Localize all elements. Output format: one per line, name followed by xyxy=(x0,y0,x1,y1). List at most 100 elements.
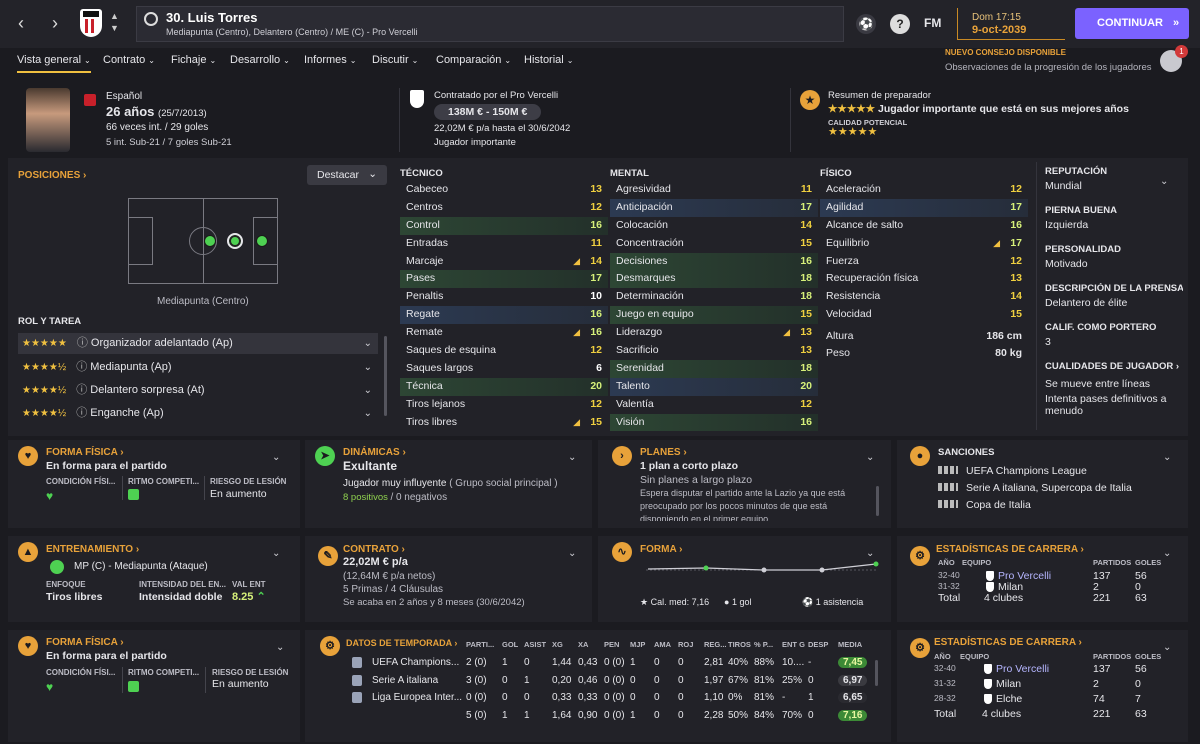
season-col-header[interactable]: XA xyxy=(578,640,588,649)
tab-desarrollo[interactable]: Desarrollo ⌄ xyxy=(230,54,290,66)
career-team[interactable]: Elche xyxy=(996,693,1022,705)
season-row[interactable]: 5 (0) 1 1 1,64 0,90 0 (0) 1 0 0 2,28 50% 84% 70% 0 7,1… xyxy=(352,708,876,726)
career-row[interactable]: 31-32 Milan 2 0 xyxy=(936,581,1166,593)
attribute-row[interactable]: Alcance de salto 16 xyxy=(820,217,1028,235)
attribute-row[interactable]: Anticipación 17 xyxy=(610,198,818,217)
club-switch-icon[interactable]: ▲ ▼ xyxy=(110,10,119,34)
role-row[interactable]: ★★★★½ ⓘ Enganche (Ap) ⌄ xyxy=(18,402,378,425)
attribute-row[interactable]: Penaltis 10 xyxy=(400,288,608,306)
chevron-down-icon[interactable]: ⌄ xyxy=(866,548,874,559)
attribute-row[interactable]: Agilidad 17 xyxy=(820,198,1028,217)
role-row[interactable]: ★★★★½ ⓘ Delantero sorpresa (At) ⌄ xyxy=(18,379,378,402)
attribute-row[interactable]: Valentía 12 xyxy=(610,396,818,414)
attribute-row[interactable]: Entradas 11 xyxy=(400,235,608,253)
attribute-row[interactable]: Regate 16 xyxy=(400,306,608,325)
career-row[interactable]: 32-40 Pro Vercelli 137 56 xyxy=(936,570,1166,582)
season-col-header[interactable]: REG... xyxy=(704,640,727,649)
season-col-header[interactable]: PEN xyxy=(604,640,619,649)
tab-fichaje[interactable]: Fichaje ⌄ xyxy=(171,54,216,66)
attribute-row[interactable]: Centros 12 xyxy=(400,199,608,217)
attribute-row[interactable]: Saques de esquina 12 xyxy=(400,342,608,360)
attribute-row[interactable]: Determinación 18 xyxy=(610,288,818,306)
season-col-header[interactable]: GOL xyxy=(502,640,518,649)
season-col-header[interactable]: ASIST xyxy=(524,640,546,649)
season-col-header[interactable]: ROJ xyxy=(678,640,693,649)
career-team[interactable]: Milan xyxy=(996,678,1021,690)
chevron-down-icon[interactable]: ⌄ xyxy=(568,452,576,463)
chevron-down-icon[interactable]: ⌄ xyxy=(276,642,284,653)
attribute-row[interactable]: Aceleración 12 xyxy=(820,181,1028,199)
search-icon[interactable] xyxy=(144,12,158,26)
date-box[interactable]: Dom 17:15 9-oct-2039 xyxy=(957,8,1065,40)
season-col-header[interactable]: ENT G xyxy=(782,640,805,649)
attribute-row[interactable]: Velocidad 15 xyxy=(820,306,1028,324)
attribute-row[interactable]: Tiros libres ◢ 15 xyxy=(400,414,608,432)
attribute-row[interactable]: Control 16 xyxy=(400,216,608,235)
attribute-row[interactable]: Visión 16 xyxy=(610,413,818,432)
attribute-row[interactable]: Sacrificio 13 xyxy=(610,342,818,360)
tab-comparacion[interactable]: Comparación ⌄ xyxy=(436,54,511,66)
attribute-row[interactable]: Equilibrio ◢ 17 xyxy=(820,235,1028,253)
attribute-row[interactable]: Cabeceo 13 xyxy=(400,181,608,199)
career-team[interactable]: Pro Vercelli xyxy=(996,663,1049,675)
season-col-header[interactable]: AMA xyxy=(654,640,671,649)
fm-menu[interactable]: FM xyxy=(924,16,941,30)
help-icon[interactable]: ? xyxy=(890,14,910,34)
plans-scrollbar[interactable] xyxy=(876,486,879,516)
role-row[interactable]: ★★★★★ ⓘ Organizador adelantado (Ap) ⌄ xyxy=(18,333,378,356)
season-col-header[interactable]: MJP xyxy=(630,640,645,649)
season-col-header[interactable]: XG xyxy=(552,640,563,649)
attribute-row[interactable]: Talento 20 xyxy=(610,377,818,396)
attribute-row[interactable]: Saques largos 6 xyxy=(400,360,608,378)
season-row[interactable]: Serie A italiana 3 (0) 0 1 0,20 0,46 0 (0) 0 0 0 1… xyxy=(352,673,876,691)
career-row[interactable]: 32-40 Pro Vercelli 137 56 xyxy=(932,663,1166,678)
tab-discutir[interactable]: Discutir ⌄ xyxy=(372,54,418,66)
notification-text[interactable]: Observaciones de la progresión de los ju… xyxy=(945,62,1152,73)
season-scrollbar[interactable] xyxy=(875,660,878,686)
attribute-row[interactable]: Pases 17 xyxy=(400,270,608,289)
attribute-row[interactable]: Técnica 20 xyxy=(400,377,608,396)
season-col-header[interactable]: PARTI... xyxy=(466,640,494,649)
roles-scrollbar[interactable] xyxy=(384,336,387,416)
season-row[interactable]: Liga Europea Inter... 0 (0) 0 0 0,33 0,33 0 (0… xyxy=(352,690,876,708)
ball-icon[interactable]: ⚽ xyxy=(856,14,876,34)
forward-arrow-icon[interactable]: › xyxy=(42,10,68,36)
attribute-row[interactable]: Fuerza 12 xyxy=(820,253,1028,271)
chevron-down-icon[interactable]: ⌄ xyxy=(272,452,280,463)
season-row[interactable]: UEFA Champions... 2 (0) 1 0 1,44 0,43 0 (0) 1 0 0… xyxy=(352,655,876,673)
role-row[interactable]: ★★★★½ ⓘ Mediapunta (Ap) ⌄ xyxy=(18,356,378,379)
tab-contrato[interactable]: Contrato ⌄ xyxy=(103,54,155,66)
chevron-down-icon[interactable]: ⌄ xyxy=(1163,548,1171,559)
season-col-header[interactable]: MEDIA xyxy=(838,640,862,649)
back-arrow-icon[interactable]: ‹ xyxy=(8,10,34,36)
season-col-header[interactable]: % P... xyxy=(754,640,773,649)
attribute-row[interactable]: Resistencia 14 xyxy=(820,288,1028,306)
attribute-row[interactable]: Remate ◢ 16 xyxy=(400,324,608,342)
attribute-row[interactable]: Marcaje ◢ 14 xyxy=(400,253,608,271)
attribute-row[interactable]: Juego en equipo 15 xyxy=(610,306,818,325)
chevron-down-icon[interactable]: ⌄ xyxy=(866,452,874,463)
club-crest-icon[interactable] xyxy=(80,9,102,37)
attribute-row[interactable]: Tiros lejanos 12 xyxy=(400,396,608,414)
season-col-header[interactable]: DESP xyxy=(808,640,828,649)
attribute-row[interactable]: Liderazgo ◢ 13 xyxy=(610,324,818,342)
chevron-down-icon[interactable]: ⌄ xyxy=(272,548,280,559)
chevron-down-icon[interactable]: ⌄ xyxy=(568,548,576,559)
attribute-row[interactable]: Decisiones 16 xyxy=(610,252,818,271)
chevron-down-icon[interactable]: ⌄ xyxy=(1163,642,1171,653)
career-row[interactable]: 31-32 Milan 2 0 xyxy=(932,678,1166,693)
tab-vista-general[interactable]: Vista general ⌄ xyxy=(17,54,91,73)
tab-historial[interactable]: Historial ⌄ xyxy=(524,54,573,66)
attribute-row[interactable]: Agresividad 11 xyxy=(610,181,818,199)
attribute-row[interactable]: Serenidad 18 xyxy=(610,359,818,378)
chevron-down-icon[interactable]: ⌄ xyxy=(1160,176,1168,187)
position-dot-selected[interactable] xyxy=(227,233,243,249)
attribute-row[interactable]: Desmarques 18 xyxy=(610,270,818,289)
highlight-dropdown[interactable]: Destacar ⌄ xyxy=(307,165,387,185)
attribute-row[interactable]: Recuperación física 13 xyxy=(820,270,1028,288)
season-col-header[interactable]: TIROS xyxy=(728,640,751,649)
value-pill[interactable]: 138M € - 150M € xyxy=(434,104,542,120)
attribute-row[interactable]: Colocación 14 xyxy=(610,217,818,235)
attribute-row[interactable]: Concentración 15 xyxy=(610,235,818,253)
continue-button[interactable]: CONTINUAR» xyxy=(1075,8,1189,39)
